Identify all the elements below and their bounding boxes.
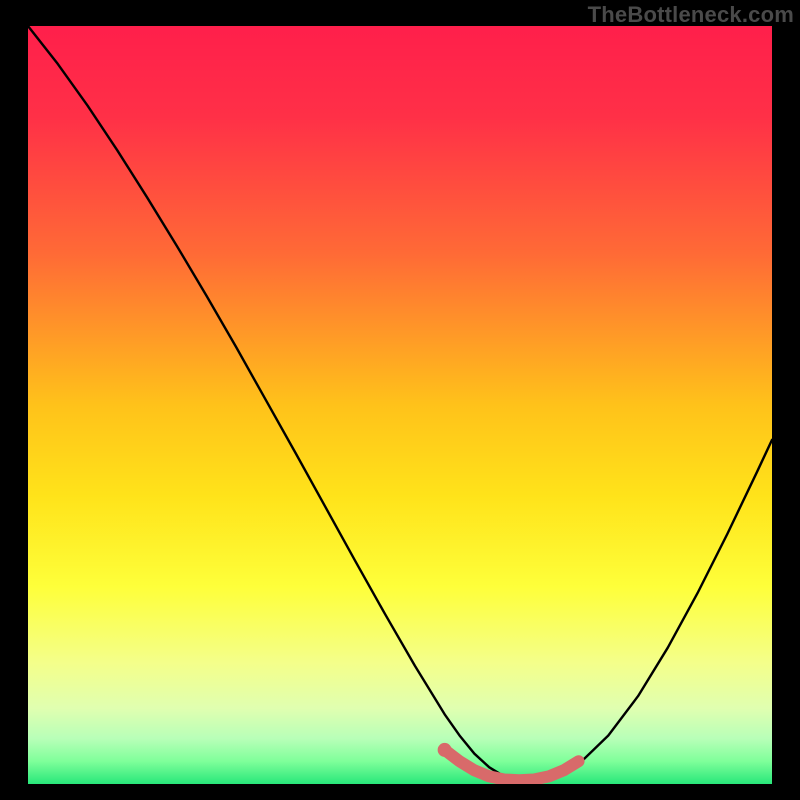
gradient-background	[28, 26, 772, 784]
chart-svg	[28, 26, 772, 784]
highlight-dot	[438, 743, 452, 757]
chart-container: TheBottleneck.com	[0, 0, 800, 800]
watermark-label: TheBottleneck.com	[588, 2, 794, 28]
plot-area	[28, 26, 772, 784]
